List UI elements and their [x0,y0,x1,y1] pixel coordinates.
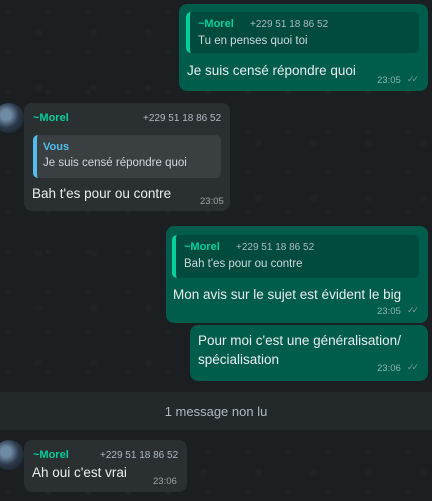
quoted-text: Tu en penses quoi toi [198,35,308,47]
message-bubble-outgoing[interactable]: ~Morel +229 51 18 86 52 Bah t'es pour ou… [166,226,428,323]
message-time: 23:05 [200,196,224,207]
message-time: 23:06 [153,476,177,487]
message-bubble-outgoing[interactable]: Pour moi c'est une généralisation/ spéci… [190,325,428,381]
message-bubble-incoming[interactable]: ~Morel +229 51 18 86 52 Ah oui c'est vra… [24,440,187,492]
read-receipt-icon: ✓✓ [407,74,419,84]
message-time: 23:06 [377,363,401,374]
message-time: 23:05 [377,75,401,86]
unread-label: 1 message non lu [164,404,268,419]
read-receipt-icon: ✓✓ [407,305,419,315]
quoted-author: Vous [43,141,70,153]
quoted-author: ~Morel [184,241,220,253]
quoted-message[interactable]: ~Morel +229 51 18 86 52 Tu en penses quo… [186,12,419,53]
message-text: Bah t'es pour ou contre [32,186,172,201]
quoted-phone: +229 51 18 86 52 [236,242,315,253]
message-text: Je suis censé répondre quoi [187,63,356,78]
message-text: Mon avis sur le sujet est évident le big [173,287,402,302]
quoted-text: Bah t'es pour ou contre [184,258,303,270]
quoted-text: Je suis censé répondre quoi [43,157,187,169]
message-text-line-2: spécialisation [198,352,280,367]
sender-phone: +229 51 18 86 52 [100,450,179,461]
quoted-phone: +229 51 18 86 52 [250,19,329,30]
message-time: 23:05 [377,306,401,317]
message-text: Ah oui c'est vrai [32,465,127,480]
message-bubble-incoming[interactable]: ~Morel +229 51 18 86 52 Vous Je suis cen… [24,103,230,211]
quoted-author: ~Morel [198,18,234,30]
message-bubble-outgoing[interactable]: ~Morel +229 51 18 86 52 Tu en penses quo… [179,4,428,91]
quoted-message[interactable]: ~Morel +229 51 18 86 52 Bah t'es pour ou… [172,235,419,278]
read-receipt-icon: ✓✓ [407,362,419,372]
sender-name[interactable]: ~Morel [33,112,69,124]
sender-phone: +229 51 18 86 52 [143,113,222,124]
message-text-line-1: Pour moi c'est une généralisation/ [198,333,401,348]
sender-name[interactable]: ~Morel [33,449,69,461]
quoted-message[interactable]: Vous Je suis censé répondre quoi [33,135,221,178]
